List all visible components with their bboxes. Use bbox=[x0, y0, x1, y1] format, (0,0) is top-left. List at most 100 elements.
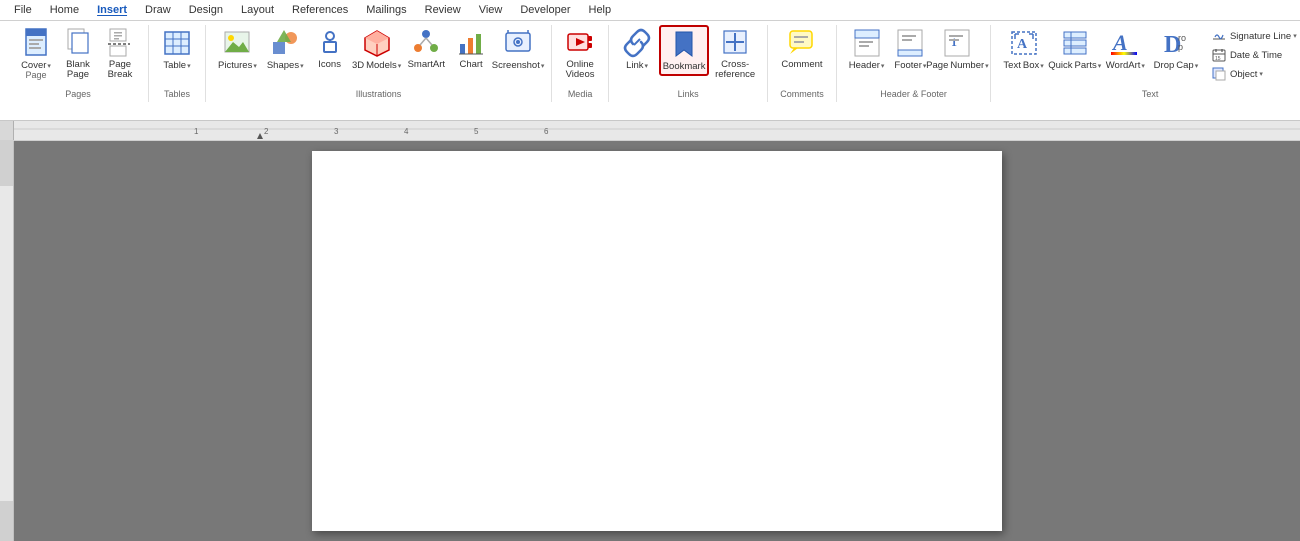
svg-text:15: 15 bbox=[1215, 56, 1221, 62]
menu-review[interactable]: Review bbox=[417, 2, 469, 18]
svg-text:A: A bbox=[1017, 37, 1028, 52]
menu-insert[interactable]: Insert bbox=[89, 2, 135, 18]
icons-label: Icons bbox=[318, 60, 341, 70]
horizontal-ruler: 1 2 3 4 5 6 bbox=[0, 121, 1300, 141]
bookmark-label: Bookmark bbox=[663, 62, 706, 72]
footer-icon bbox=[894, 27, 926, 59]
screenshot-label: Screenshot ▾ bbox=[492, 60, 545, 71]
table-button[interactable]: Table ▾ bbox=[157, 25, 197, 73]
header-icon bbox=[851, 27, 883, 59]
link-button[interactable]: Link ▾ bbox=[617, 25, 657, 73]
text-group-label: Text bbox=[999, 87, 1300, 102]
page-number-label: Page Number ▾ bbox=[926, 60, 989, 71]
vertical-ruler bbox=[0, 141, 14, 541]
drop-cap-icon: D ro p bbox=[1160, 27, 1192, 59]
pictures-button[interactable]: Pictures ▾ bbox=[214, 25, 261, 73]
bookmark-button[interactable]: Bookmark bbox=[659, 25, 709, 76]
chart-label: Chart bbox=[459, 60, 482, 70]
ribbon: Cover ▾ Page BlankPage bbox=[0, 21, 1300, 121]
bookmark-icon bbox=[668, 29, 700, 61]
menu-draw[interactable]: Draw bbox=[137, 2, 179, 18]
drop-cap-label: Drop Cap ▾ bbox=[1154, 60, 1199, 71]
chart-button[interactable]: Chart bbox=[451, 25, 491, 72]
page-break-label: PageBreak bbox=[108, 60, 133, 81]
pages-group-label: Pages bbox=[16, 87, 140, 102]
text-box-label: Text Box ▾ bbox=[1003, 60, 1043, 71]
footer-label: Footer ▾ bbox=[894, 60, 926, 71]
blank-page-icon bbox=[62, 27, 94, 59]
cross-reference-button[interactable]: Cross-reference bbox=[711, 25, 759, 83]
page-number-button[interactable]: 1 Page Number ▾ bbox=[932, 25, 982, 73]
blank-page-label: BlankPage bbox=[66, 60, 90, 81]
menu-home[interactable]: Home bbox=[42, 2, 87, 18]
ruler-side-left bbox=[0, 121, 14, 140]
pictures-icon bbox=[221, 27, 253, 59]
drop-cap-button[interactable]: D ro p Drop Cap ▾ bbox=[1151, 25, 1201, 73]
svg-text:4: 4 bbox=[404, 127, 409, 136]
cover-page-button[interactable]: Cover ▾ Page bbox=[16, 25, 56, 83]
quick-parts-button[interactable]: Quick Parts ▾ bbox=[1050, 25, 1100, 73]
menu-file[interactable]: File bbox=[6, 2, 40, 18]
word-page bbox=[312, 151, 1002, 531]
ribbon-group-tables: Table ▾ Tables bbox=[149, 25, 206, 102]
menu-developer[interactable]: Developer bbox=[512, 2, 578, 18]
screenshot-button[interactable]: Screenshot ▾ bbox=[493, 25, 543, 73]
shapes-icon bbox=[269, 27, 301, 59]
object-button[interactable]: Object ▾ bbox=[1207, 65, 1300, 83]
cover-page-icon bbox=[20, 27, 52, 59]
cross-reference-icon bbox=[719, 27, 751, 59]
wordart-label: WordArt ▾ bbox=[1106, 60, 1145, 71]
shapes-button[interactable]: Shapes ▾ bbox=[263, 25, 308, 73]
wordart-button[interactable]: A WordArt bbox=[1102, 25, 1149, 73]
quick-parts-icon bbox=[1059, 27, 1091, 59]
screenshot-icon bbox=[502, 27, 534, 59]
comment-button[interactable]: Comment bbox=[777, 25, 826, 72]
ribbon-group-media: OnlineVideos Media bbox=[552, 25, 609, 102]
text-box-icon: A bbox=[1008, 27, 1040, 59]
comments-group-label: Comments bbox=[776, 87, 828, 102]
date-time-button[interactable]: 15 Date & Time bbox=[1207, 46, 1300, 64]
svg-text:6: 6 bbox=[544, 127, 549, 136]
main-layout bbox=[0, 141, 1300, 541]
svg-text:5: 5 bbox=[474, 127, 479, 136]
page-break-button[interactable]: PageBreak bbox=[100, 25, 140, 83]
page-container[interactable] bbox=[14, 141, 1300, 541]
menu-help[interactable]: Help bbox=[581, 2, 620, 18]
date-time-label: Date & Time bbox=[1230, 50, 1282, 61]
header-label: Header ▾ bbox=[849, 60, 885, 71]
tables-group-label: Tables bbox=[157, 87, 197, 102]
shapes-label: Shapes ▾ bbox=[267, 60, 304, 71]
page-number-icon: 1 bbox=[941, 27, 973, 59]
link-label: Link ▾ bbox=[626, 60, 648, 71]
ribbon-group-illustrations: Pictures ▾ Shapes ▾ bbox=[206, 25, 552, 102]
quick-parts-label: Quick Parts ▾ bbox=[1048, 60, 1101, 71]
signature-line-button[interactable]: Signature Line ▾ bbox=[1207, 27, 1300, 45]
blank-page-button[interactable]: BlankPage bbox=[58, 25, 98, 83]
online-videos-icon bbox=[564, 27, 596, 59]
comment-label: Comment bbox=[781, 60, 822, 70]
chart-icon bbox=[455, 27, 487, 59]
menu-view[interactable]: View bbox=[471, 2, 511, 18]
media-group-label: Media bbox=[560, 87, 600, 102]
svg-text:A: A bbox=[1111, 30, 1128, 55]
ribbon-group-pages: Cover ▾ Page BlankPage bbox=[8, 25, 149, 102]
header-button[interactable]: Header ▾ bbox=[845, 25, 889, 73]
footer-button[interactable]: Footer ▾ bbox=[890, 25, 930, 73]
menu-design[interactable]: Design bbox=[181, 2, 231, 18]
object-icon bbox=[1211, 66, 1227, 82]
page-break-icon bbox=[104, 27, 136, 59]
smartart-label: SmartArt bbox=[408, 60, 445, 70]
smartart-button[interactable]: SmartArt bbox=[404, 25, 449, 72]
menu-references[interactable]: References bbox=[284, 2, 356, 18]
svg-text:1: 1 bbox=[194, 127, 199, 136]
icons-icon bbox=[314, 27, 346, 59]
signature-line-icon bbox=[1211, 28, 1227, 44]
menu-layout[interactable]: Layout bbox=[233, 2, 282, 18]
online-videos-button[interactable]: OnlineVideos bbox=[560, 25, 600, 83]
ribbon-group-comments: Comment Comments bbox=[768, 25, 837, 102]
icons-button[interactable]: Icons bbox=[310, 25, 350, 72]
text-box-button[interactable]: A Text Box ▾ bbox=[999, 25, 1047, 73]
menu-mailings[interactable]: Mailings bbox=[358, 2, 414, 18]
illustrations-group-label: Illustrations bbox=[214, 87, 543, 102]
3d-models-button[interactable]: 3D Models ▾ bbox=[352, 25, 402, 73]
